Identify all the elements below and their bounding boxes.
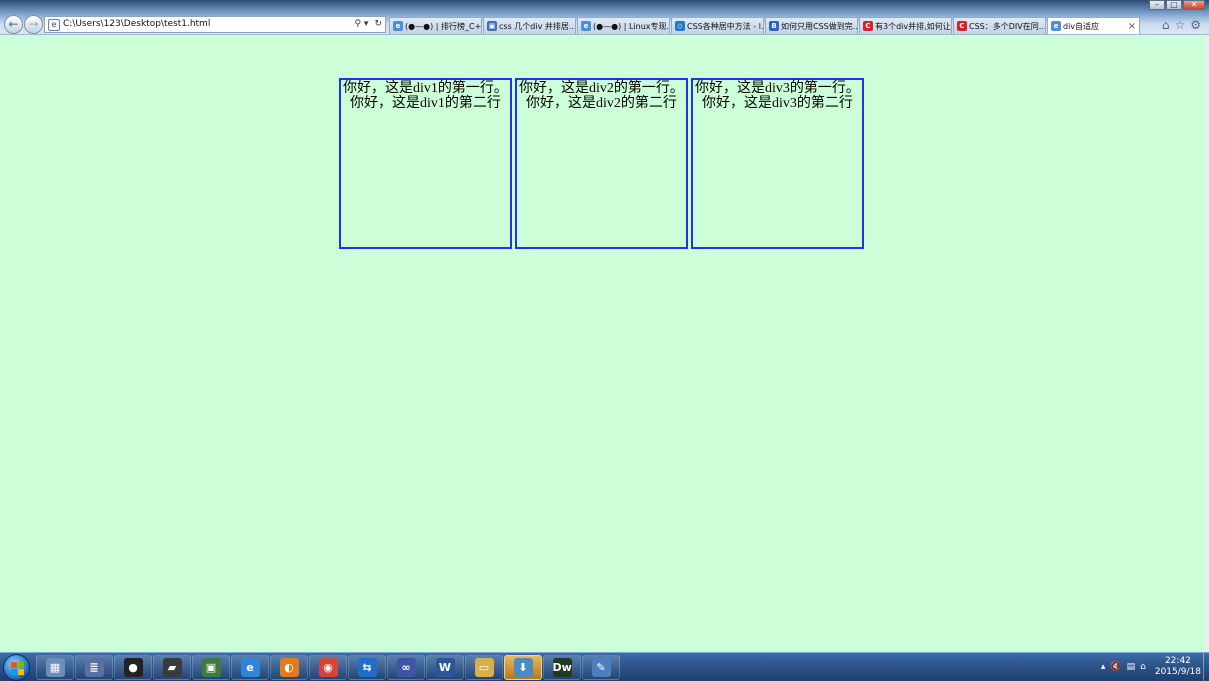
ie-icon: e	[581, 21, 591, 31]
star-icon[interactable]: ☆	[1174, 17, 1185, 33]
tab-label: CSS各种居中方法 - l...	[687, 21, 763, 31]
tab-2[interactable]: ▣ css 几个div 并排居...	[483, 17, 576, 34]
c-icon: C	[863, 21, 873, 31]
page-content: 你好，这是div1的第一行。 你好，这是div1的第二行 你好，这是div2的第…	[0, 35, 1205, 652]
tray-app-icon[interactable]: ⌂	[1140, 661, 1146, 673]
close-tab-icon[interactable]: ×	[1125, 19, 1139, 34]
page-favicon-icon: e	[48, 18, 60, 31]
refresh-icon[interactable]: ↻	[371, 17, 385, 32]
taskbar-app-button[interactable]: ∞	[387, 655, 425, 680]
window-controls: – □ ✕	[1149, 0, 1205, 10]
tab-6[interactable]: C 有3个div并排,如何让...	[859, 17, 952, 34]
folder-icon: ▭	[474, 658, 494, 677]
arrow-right-icon: →	[28, 17, 39, 31]
chrome-icon: ◉	[318, 658, 338, 677]
windows-logo-icon	[11, 662, 24, 675]
book-icon: ▰	[162, 658, 182, 677]
clock[interactable]: 22:42 2015/9/18	[1155, 656, 1201, 678]
maximize-button[interactable]: □	[1166, 0, 1182, 10]
network-tray-icon[interactable]: ▤	[1127, 661, 1136, 673]
firefox-icon: ◐	[279, 658, 299, 677]
div3-line2: 你好，这是div3的第二行	[702, 96, 853, 111]
tab-strip: e (●—●) | 排行榜_C+... ▣ css 几个div 并排居... e…	[389, 17, 1141, 34]
div2-line1: 你好，这是div2的第一行。	[519, 81, 684, 96]
image-icon: ▣	[487, 21, 497, 31]
monitor-icon: ▣	[201, 658, 221, 677]
tab-3[interactable]: e (●—●) | Linux专现...	[577, 17, 670, 34]
ie-icon: e	[1051, 21, 1061, 31]
clock-date: 2015/9/18	[1154, 667, 1201, 677]
forward-button[interactable]: →	[24, 15, 43, 34]
dreamweaver-icon: Dw	[552, 658, 572, 677]
taskbar-app-button[interactable]: ▦	[36, 655, 74, 680]
paint-icon: ✎	[591, 658, 611, 677]
arrow-left-icon: ←	[8, 17, 19, 31]
taskbar-app-button[interactable]: ⬇	[504, 655, 542, 680]
home-icon[interactable]: ⌂	[1162, 17, 1170, 33]
tab-label: (●—●) | Linux专现...	[593, 21, 669, 31]
address-bar[interactable]: e C:\Users\123\Desktop\test1.html ⚲ ▾ ↻	[44, 16, 386, 33]
css-icon: ◇	[675, 21, 685, 31]
div3-line1: 你好，这是div3的第一行。	[695, 81, 860, 96]
address-url[interactable]: C:\Users\123\Desktop\test1.html	[63, 17, 351, 32]
taskbar-app-button[interactable]: Dw	[543, 655, 581, 680]
ie-icon: e	[393, 21, 403, 31]
browser-chrome: – □ ✕ ← → e C:\Users\123\Desktop\test1.h…	[0, 0, 1209, 35]
tab-label: css 几个div 并排居...	[499, 21, 575, 31]
taskbar-app-button[interactable]: ✎	[582, 655, 620, 680]
clock-time: 22:42	[1164, 656, 1191, 666]
tab-label: (●—●) | 排行榜_C+...	[405, 21, 481, 31]
word-icon: W	[435, 658, 455, 677]
taskbar-app-button[interactable]: ▣	[192, 655, 230, 680]
qq-icon: ●	[123, 658, 143, 677]
calculator-icon: ▦	[45, 658, 65, 677]
tab-label: div自适应	[1063, 21, 1100, 31]
taskbar-app-button[interactable]: ▰	[153, 655, 191, 680]
tab-4[interactable]: ◇ CSS各种居中方法 - l...	[671, 17, 764, 34]
teamviewer-icon: ⇆	[357, 658, 377, 677]
tab-8-active[interactable]: e div自适应 ×	[1047, 17, 1140, 34]
search-dropdown-icon[interactable]: ⚲ ▾	[351, 17, 371, 32]
taskbar-app-button[interactable]: ◐	[270, 655, 308, 680]
taskbar-app-button[interactable]: ▭	[465, 655, 503, 680]
show-hidden-icons-icon[interactable]: ▴	[1101, 661, 1106, 673]
taskbar-app-button[interactable]: ⇆	[348, 655, 386, 680]
taskbar-app-button[interactable]: ≣	[75, 655, 113, 680]
minimize-button[interactable]: –	[1149, 0, 1165, 10]
infinity-icon: ∞	[396, 658, 416, 677]
gear-icon[interactable]: ⚙	[1190, 17, 1201, 33]
taskbar-app-button[interactable]: ●	[114, 655, 152, 680]
taskbar-app-button[interactable]: W	[426, 655, 464, 680]
div1-box: 你好，这是div1的第一行。 你好，这是div1的第二行	[339, 78, 512, 249]
tab-label: 如何只用CSS做到完...	[781, 21, 857, 31]
ie-icon: e	[240, 658, 260, 677]
network-icon: ≣	[84, 658, 104, 677]
vertical-scrollbar[interactable]	[1205, 35, 1209, 652]
div1-line2: 你好，这是div1的第二行	[350, 96, 501, 111]
div3-box: 你好，这是div3的第一行。 你好，这是div3的第二行	[691, 78, 864, 249]
volume-muted-icon[interactable]: 🔇	[1110, 661, 1121, 673]
taskbar-app-button[interactable]: ◉	[309, 655, 347, 680]
taskbar-apps: ▦ ≣ ● ▰ ▣ e ◐ ◉ ⇆ ∞ W ▭ ⬇ Dw ✎	[36, 655, 620, 680]
tab-label: CSS：多个DIV在同...	[969, 21, 1045, 31]
b-icon: B	[769, 21, 779, 31]
tab-1[interactable]: e (●—●) | 排行榜_C+...	[389, 17, 482, 34]
tab-7[interactable]: C CSS：多个DIV在同...	[953, 17, 1046, 34]
div2-box: 你好，这是div2的第一行。 你好，这是div2的第二行	[515, 78, 688, 249]
div2-line2: 你好，这是div2的第二行	[526, 96, 677, 111]
close-window-button[interactable]: ✕	[1183, 0, 1205, 10]
back-button[interactable]: ←	[4, 15, 23, 34]
show-desktop-button[interactable]	[1203, 653, 1209, 681]
taskbar: ▦ ≣ ● ▰ ▣ e ◐ ◉ ⇆ ∞ W ▭ ⬇ Dw ✎ ▴ 🔇 ▤ ⌂ 22:42 2015/9/18	[0, 652, 1209, 681]
tab-5[interactable]: B 如何只用CSS做到完...	[765, 17, 858, 34]
download-icon: ⬇	[513, 658, 533, 677]
system-tray: ▴ 🔇 ▤ ⌂ 22:42 2015/9/18	[1101, 656, 1201, 678]
taskbar-app-button[interactable]: e	[231, 655, 269, 680]
c-icon: C	[957, 21, 967, 31]
tab-label: 有3个div并排,如何让...	[875, 21, 951, 31]
start-button[interactable]	[3, 654, 30, 681]
browser-toolbar-icons: ⌂ ☆ ⚙	[1162, 17, 1201, 33]
div1-line1: 你好，这是div1的第一行。	[343, 81, 508, 96]
